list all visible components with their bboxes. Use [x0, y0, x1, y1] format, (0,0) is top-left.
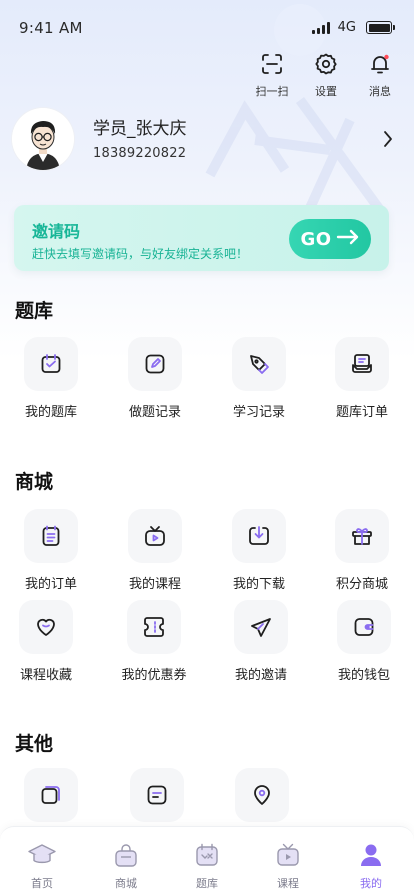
tab-mall[interactable]: 商城 [85, 841, 167, 891]
bottom-tab-bar: 首页 商城 题库 课程 我的 [0, 826, 414, 896]
go-button[interactable]: GO [289, 219, 371, 259]
grid-item-study-record[interactable]: 学习记录 [209, 337, 309, 420]
battery-icon [366, 21, 395, 34]
invite-banner[interactable]: 邀请码 赶快去填写邀请码，与好友绑定关系吧！ GO [14, 205, 389, 271]
gear-icon [312, 50, 340, 78]
grid-item-my-coupons[interactable]: 我的优惠券 [104, 600, 204, 683]
grid-label: 我的下载 [232, 577, 285, 592]
signal-icon [311, 21, 330, 34]
grid-item-other-3[interactable] [212, 768, 312, 822]
grid-item-points-mall[interactable]: 积分商城 [312, 509, 412, 592]
messages-button[interactable]: 消息 [360, 50, 400, 99]
grid-label: 我的订单 [24, 577, 77, 592]
top-actions: 扫一扫 设置 消息 [252, 50, 400, 99]
location-icon [235, 768, 289, 822]
bell-icon [366, 50, 394, 78]
grid-item-other-1[interactable] [1, 768, 101, 822]
graduation-cap-icon [27, 841, 57, 869]
grid-item-practice-record[interactable]: 做题记录 [105, 337, 205, 420]
chevron-right-icon [382, 130, 394, 152]
grid-label: 我的题库 [24, 405, 77, 420]
settings-label: 设置 [315, 85, 337, 98]
avatar[interactable] [12, 108, 74, 170]
network-type: 4G [337, 20, 356, 35]
section-title-question-bank: 题库 [15, 300, 54, 322]
scan-button[interactable]: 扫一扫 [252, 50, 292, 99]
grid-label: 我的课程 [128, 577, 181, 592]
course-tv-icon [273, 841, 303, 869]
grid-label: 我的邀请 [234, 668, 287, 683]
avatar-cartoon-icon [12, 108, 74, 170]
grid-item-my-orders[interactable]: 我的订单 [1, 509, 101, 592]
square-icon [24, 768, 78, 822]
section-title-other: 其他 [15, 733, 54, 755]
tab-label: 商城 [115, 877, 137, 890]
status-bar: 9:41 AM 4G [0, 0, 414, 56]
pen-nib-icon [232, 337, 286, 391]
tab-profile[interactable]: 我的 [330, 841, 412, 891]
arrow-right-icon [336, 229, 360, 250]
wallet-icon [337, 600, 391, 654]
messages-label: 消息 [369, 85, 391, 98]
invite-subtitle: 赶快去填写邀请码，与好友绑定关系吧！ [32, 247, 249, 261]
tab-home[interactable]: 首页 [1, 841, 83, 891]
grid-item-other-2[interactable] [107, 768, 207, 822]
tab-courses[interactable]: 课程 [247, 841, 329, 891]
grid-item-my-courses[interactable]: 我的课程 [105, 509, 205, 592]
tv-play-icon [128, 509, 182, 563]
tab-label: 课程 [277, 877, 299, 890]
scan-icon [258, 50, 286, 78]
grid-label: 课程收藏 [19, 668, 72, 683]
status-indicators: 4G [311, 20, 395, 35]
heart-icon [19, 600, 73, 654]
settings-button[interactable]: 设置 [306, 50, 346, 99]
user-name: 学员_张大庆 [93, 119, 187, 139]
tab-question-bank[interactable]: 题库 [166, 841, 248, 891]
grid-label: 学习记录 [232, 405, 285, 420]
grid-item-course-favorites[interactable]: 课程收藏 [0, 600, 96, 683]
scan-label: 扫一扫 [255, 85, 289, 98]
grid-label: 我的优惠券 [121, 668, 187, 683]
tab-label: 我的 [360, 877, 382, 890]
section-title-mall: 商城 [15, 471, 54, 493]
edit-record-icon [128, 337, 182, 391]
go-button-label: GO [300, 228, 332, 250]
tab-label: 首页 [31, 877, 53, 890]
grid-label: 题库订单 [335, 405, 388, 420]
invite-title: 邀请码 [32, 222, 81, 241]
order-icon [335, 337, 389, 391]
document-icon [130, 768, 184, 822]
grid-label: 做题记录 [128, 405, 181, 420]
status-time: 9:41 AM [19, 19, 83, 37]
coupon-icon [127, 600, 181, 654]
download-icon [232, 509, 286, 563]
grid-label: 积分商城 [335, 577, 388, 592]
question-bank-icon [24, 337, 78, 391]
user-phone: 18389220822 [93, 146, 187, 161]
question-bank-tab-icon [192, 841, 222, 869]
grid-label: 我的钱包 [337, 668, 390, 683]
grid-item-my-question-bank[interactable]: 我的题库 [1, 337, 101, 420]
gift-icon [335, 509, 389, 563]
grid-item-my-downloads[interactable]: 我的下载 [209, 509, 309, 592]
tab-label: 题库 [196, 877, 218, 890]
grid-item-bank-order[interactable]: 题库订单 [312, 337, 412, 420]
shopping-bag-icon [111, 841, 141, 869]
order-list-icon [24, 509, 78, 563]
send-icon [234, 600, 288, 654]
grid-item-my-invites[interactable]: 我的邀请 [211, 600, 311, 683]
profile-card[interactable]: 学员_张大庆 18389220822 [12, 108, 402, 174]
user-icon [356, 841, 386, 869]
grid-item-my-wallet[interactable]: 我的钱包 [314, 600, 414, 683]
